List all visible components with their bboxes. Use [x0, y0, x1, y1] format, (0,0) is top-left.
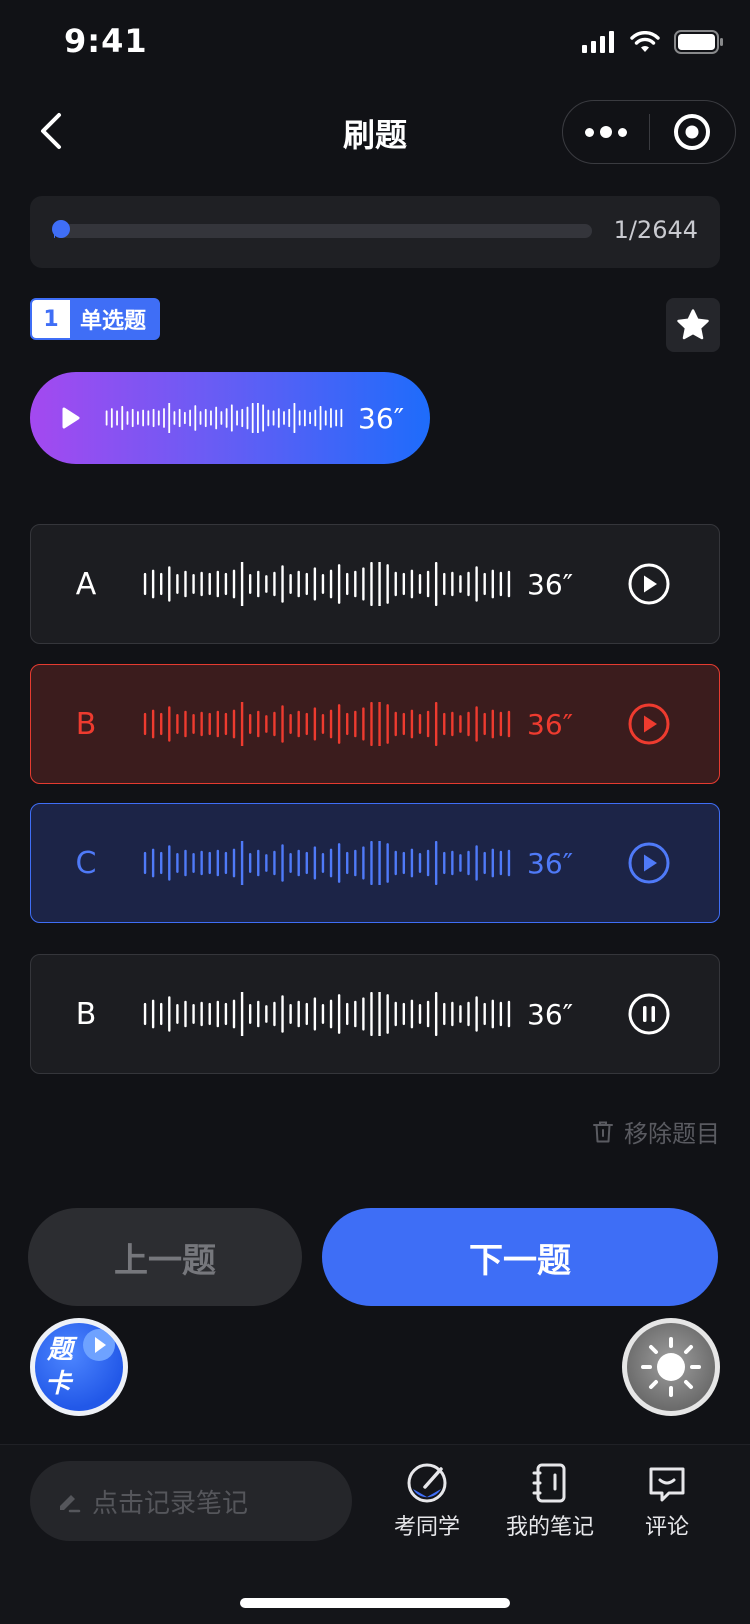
tab-comments[interactable]: 评论 — [645, 1461, 689, 1541]
trash-icon — [593, 1121, 613, 1142]
favorite-button[interactable] — [666, 298, 720, 352]
option-letter: C — [75, 845, 97, 881]
progress-card: 1/2644 — [30, 196, 720, 268]
note-input[interactable]: 点击记录笔记 — [30, 1461, 352, 1541]
option-duration: 36″ — [527, 567, 574, 601]
battery-icon — [674, 30, 723, 54]
sun-icon — [641, 1337, 701, 1397]
option-duration: 36″ — [527, 846, 574, 880]
notebook-icon — [532, 1463, 566, 1503]
tab-classmate-test[interactable]: 考同学 — [394, 1461, 460, 1541]
star-icon — [677, 309, 709, 340]
question-audio-player[interactable]: 36″ — [30, 372, 430, 464]
mini-program-capsule — [562, 100, 736, 164]
status-time: 9:41 — [64, 22, 148, 60]
option-b-playing[interactable]: B 36″ — [30, 954, 720, 1074]
pause-circle-icon[interactable] — [627, 992, 671, 1036]
status-icons — [582, 30, 724, 54]
answer-card-icon: 题 卡 — [35, 1323, 123, 1411]
answer-card-button[interactable]: 题 卡 — [30, 1318, 128, 1416]
option-duration: 36″ — [527, 707, 574, 741]
bottom-tab-bar: 点击记录笔记 考同学 我的笔记 评论 — [0, 1444, 750, 1624]
play-circle-icon[interactable] — [627, 562, 671, 606]
question-type-tag: 1 单选题 — [30, 298, 161, 340]
progress-handle — [52, 220, 70, 238]
home-indicator — [240, 1598, 510, 1608]
option-waveform — [143, 702, 511, 746]
option-letter: B — [75, 996, 97, 1032]
question-type-label: 单选题 — [80, 309, 147, 334]
question-waveform — [105, 403, 343, 433]
option-waveform — [143, 562, 511, 606]
wifi-icon — [630, 31, 660, 52]
play-circle-icon[interactable] — [627, 841, 671, 885]
more-dots-icon — [584, 126, 627, 138]
tab-label: 考同学 — [394, 1515, 461, 1540]
option-waveform — [143, 841, 511, 885]
theme-toggle-button[interactable] — [622, 1318, 720, 1416]
tab-my-notes[interactable]: 我的笔记 — [506, 1461, 594, 1541]
comment-icon — [649, 1467, 685, 1502]
close-mini-program-button[interactable] — [650, 101, 736, 163]
option-b-wrong[interactable]: B 36″ — [30, 664, 720, 784]
more-button[interactable] — [563, 101, 649, 163]
play-circle-icon[interactable] — [627, 702, 671, 746]
option-c-correct[interactable]: C 36″ — [30, 803, 720, 923]
target-circle-icon — [674, 114, 711, 150]
option-waveform — [143, 992, 511, 1036]
remove-question-label: 移除题目 — [624, 1120, 720, 1148]
next-question-button[interactable]: 下一题 — [322, 1208, 718, 1306]
option-duration: 36″ — [527, 997, 574, 1031]
pen-circle-icon — [407, 1463, 447, 1503]
option-a[interactable]: A 36″ — [30, 524, 720, 644]
note-input-placeholder: 点击记录笔记 — [92, 1488, 249, 1519]
prev-question-button[interactable]: 上一题 — [28, 1208, 302, 1306]
play-icon — [62, 407, 80, 429]
remove-question-button[interactable]: 移除题目 — [592, 1114, 720, 1149]
question-number: 1 — [32, 300, 70, 338]
tab-label: 评论 — [645, 1515, 690, 1540]
option-letter: B — [75, 706, 97, 742]
option-letter: A — [75, 566, 97, 602]
pencil-icon — [60, 1495, 81, 1513]
answer-card-text-2: 卡 — [45, 1369, 72, 1399]
progress-counter: 1/2644 — [613, 216, 698, 244]
answer-card-text-1: 题 — [47, 1335, 74, 1365]
signal-icon — [582, 31, 614, 53]
play-badge-icon — [83, 1329, 115, 1361]
tab-label: 我的笔记 — [506, 1515, 595, 1540]
progress-track — [54, 224, 592, 238]
question-audio-duration: 36″ — [358, 401, 405, 435]
